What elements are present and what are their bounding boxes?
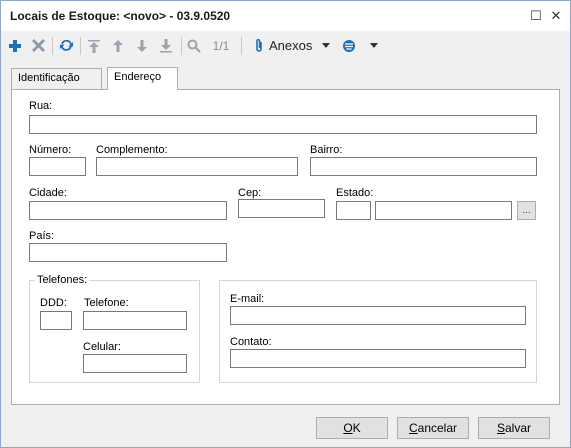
ok-button-label: K	[352, 421, 361, 435]
toolbar-separator	[80, 37, 81, 55]
estado-name-field[interactable]	[375, 201, 512, 220]
ok-button[interactable]: OK	[316, 417, 388, 439]
plus-icon	[9, 40, 21, 52]
numero-label: Número:	[29, 144, 72, 156]
toolbar-separator	[52, 37, 53, 55]
pais-label: País:	[29, 230, 55, 242]
rua-label: Rua:	[29, 100, 53, 112]
cancel-button[interactable]: Cancelar	[397, 417, 469, 439]
next-record-button[interactable]	[134, 36, 150, 56]
last-record-button[interactable]	[158, 36, 174, 56]
celular-label: Celular:	[83, 341, 121, 353]
numero-field[interactable]	[29, 157, 86, 176]
contato-label: Contato:	[230, 336, 272, 348]
dropdown-arrow-icon	[370, 43, 378, 48]
ddd-field[interactable]	[40, 311, 72, 330]
chevron-down-icon	[322, 43, 330, 48]
next-record-icon	[137, 40, 147, 52]
search-icon	[187, 39, 201, 53]
add-record-button[interactable]	[7, 36, 23, 56]
celular-field[interactable]	[83, 354, 187, 373]
delete-icon	[31, 39, 45, 52]
estado-code-field[interactable]	[336, 201, 371, 220]
telefone-field[interactable]	[83, 311, 187, 330]
close-button[interactable]: ✕	[547, 7, 565, 25]
refresh-button[interactable]	[57, 36, 75, 56]
cidade-label: Cidade:	[29, 187, 67, 199]
toolbar-separator	[241, 37, 242, 55]
save-button-label: alvar	[505, 421, 532, 435]
complemento-field[interactable]	[96, 157, 298, 176]
first-record-button[interactable]	[86, 36, 102, 56]
address-panel: Rua: Número: Complemento: Bairro: Cidade…	[11, 89, 560, 405]
cep-field[interactable]	[238, 199, 325, 218]
save-button[interactable]: Salvar	[478, 417, 550, 439]
title-bar: Locais de Estoque: <novo> - 03.9.0520 ☐ …	[1, 1, 570, 31]
attachments-button-icon[interactable]	[253, 36, 265, 56]
telefones-group-label: Telefones:	[35, 274, 90, 286]
email-field[interactable]	[230, 306, 526, 325]
cancel-button-label: ancelar	[417, 421, 458, 435]
pais-field[interactable]	[29, 243, 227, 262]
telefone-label: Telefone:	[84, 297, 129, 309]
estado-label: Estado:	[336, 187, 374, 199]
filter-icon	[343, 40, 355, 52]
search-button[interactable]	[186, 36, 202, 56]
email-label: E-mail:	[230, 293, 265, 305]
attachments-dropdown[interactable]	[320, 36, 332, 56]
attachments-button[interactable]: Anexos	[269, 36, 317, 56]
estado-lookup-button[interactable]: ...	[517, 201, 536, 220]
delete-record-button[interactable]	[30, 36, 46, 56]
page-indicator: 1/1	[212, 39, 230, 53]
rua-field[interactable]	[29, 115, 537, 134]
filter-dropdown[interactable]	[368, 36, 380, 56]
tab-endereco[interactable]: Endereço	[107, 67, 178, 90]
ok-button-accelerator: O	[343, 421, 353, 435]
dialog-window: Locais de Estoque: <novo> - 03.9.0520 ☐ …	[0, 0, 571, 448]
tab-identificacao[interactable]: Identificação	[11, 68, 102, 89]
cidade-field[interactable]	[29, 201, 227, 220]
ddd-label: DDD:	[40, 297, 67, 309]
filter-button[interactable]	[341, 36, 357, 56]
contato-field[interactable]	[230, 349, 526, 368]
refresh-icon	[59, 39, 73, 51]
toolbar: 1/1 Anexos	[1, 31, 570, 61]
save-button-accelerator: S	[496, 421, 505, 435]
cancel-button-accelerator: C	[408, 421, 418, 435]
complemento-label: Complemento:	[96, 144, 168, 156]
cep-label: Cep:	[238, 187, 262, 199]
previous-record-button[interactable]	[110, 36, 126, 56]
last-record-icon	[160, 39, 172, 53]
bairro-field[interactable]	[310, 157, 537, 176]
bairro-label: Bairro:	[310, 144, 343, 156]
toolbar-separator	[181, 37, 182, 55]
maximize-button[interactable]: ☐	[527, 7, 545, 25]
attachment-icon	[256, 38, 262, 52]
window-title: Locais de Estoque: <novo> - 03.9.0520	[10, 9, 231, 23]
previous-record-icon	[113, 40, 123, 52]
first-record-icon	[88, 40, 100, 53]
